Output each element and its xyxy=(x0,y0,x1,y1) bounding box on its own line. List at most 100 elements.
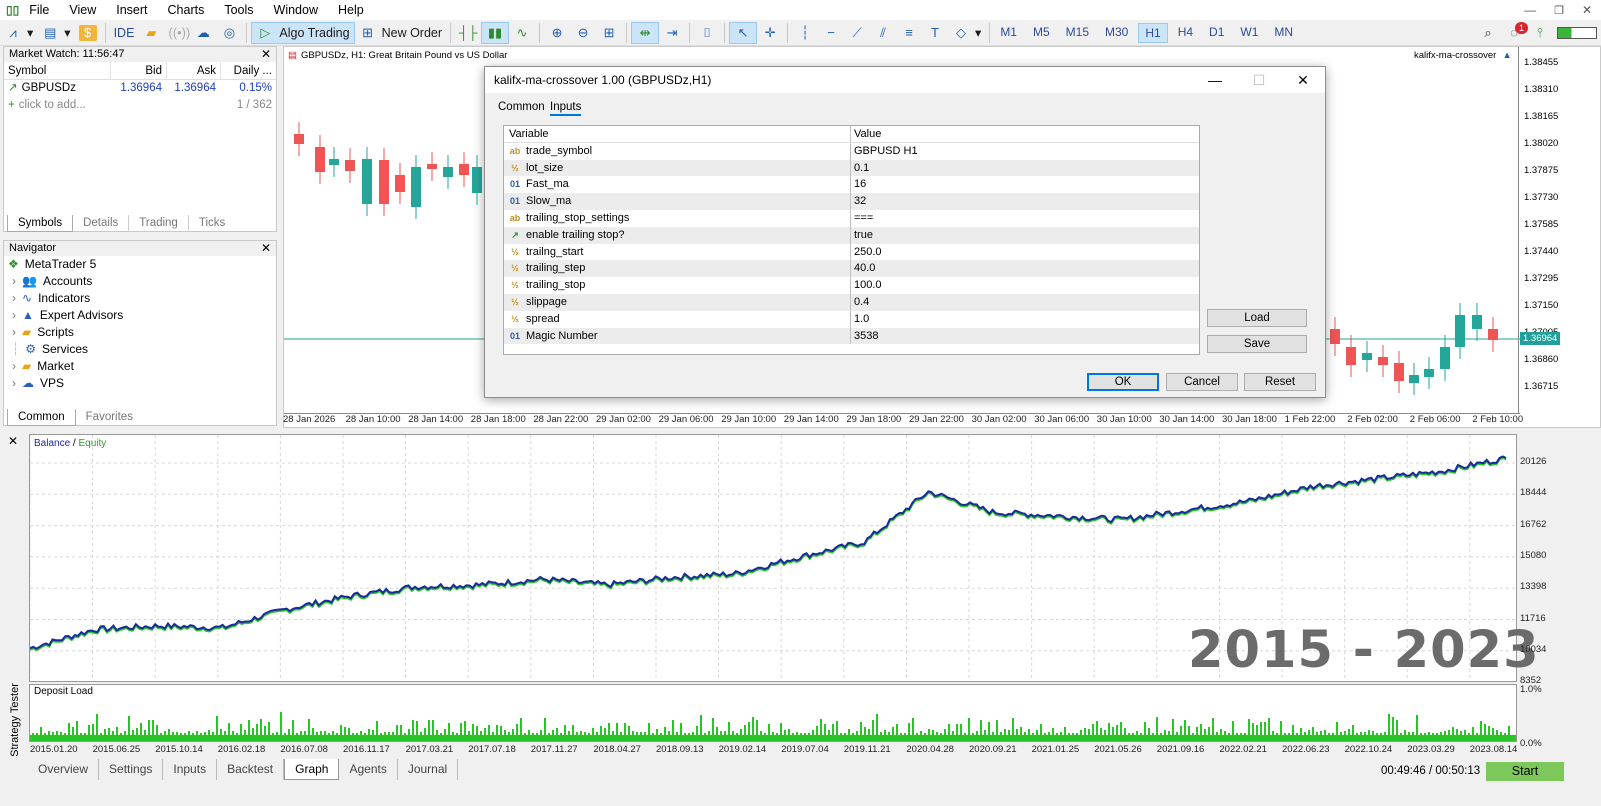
col-variable[interactable]: Variable xyxy=(504,126,851,142)
nav-item-market[interactable]: › ▰ Market xyxy=(8,358,276,375)
nav-item-indicators[interactable]: › ∿ Indicators xyxy=(8,290,276,307)
tab-common[interactable]: Common xyxy=(498,101,545,113)
add-symbol-row[interactable]: + click to add... 1 / 362 xyxy=(4,97,276,114)
param-value[interactable]: 1.0 xyxy=(851,311,869,328)
menu-charts[interactable]: Charts xyxy=(158,0,215,20)
zoom-out-button[interactable]: ⊖ xyxy=(570,22,596,44)
tab-agents[interactable]: Agents xyxy=(339,759,398,780)
fibo-button[interactable]: ≡ xyxy=(896,22,922,44)
table-row[interactable]: ½ spread 1.0 xyxy=(504,310,1199,328)
col-daily[interactable]: Daily ... xyxy=(220,62,276,79)
notifications-button[interactable]: ◌ 1 xyxy=(1501,21,1529,44)
param-value[interactable]: 16 xyxy=(851,176,866,193)
load-button[interactable]: Load xyxy=(1207,309,1307,327)
close-icon[interactable]: ✕ xyxy=(1573,3,1601,17)
table-row[interactable]: ab trailing_stop_settings === xyxy=(504,209,1199,227)
start-button[interactable]: Start xyxy=(1486,762,1564,781)
param-value[interactable]: 100.0 xyxy=(851,277,882,294)
crosshair-button[interactable]: ✛ xyxy=(757,22,783,44)
save-button[interactable]: Save xyxy=(1207,335,1307,353)
shapes-button[interactable]: ◇ ▾ xyxy=(948,22,985,44)
nav-item-vps[interactable]: › ☁ VPS xyxy=(8,375,276,392)
reset-button[interactable]: Reset xyxy=(1244,373,1316,391)
ok-button[interactable]: OK xyxy=(1087,373,1159,391)
bar-chart-button[interactable]: ┤├ xyxy=(455,22,481,44)
line-button[interactable]: ∿ xyxy=(509,22,535,44)
tab-settings[interactable]: Settings xyxy=(99,759,164,780)
tab-trading[interactable]: Trading xyxy=(129,215,189,232)
new-chart-button[interactable]: ⩘ ▾ xyxy=(0,22,37,44)
vertical-line-button[interactable]: ┆ xyxy=(792,22,818,44)
table-row[interactable]: 01 Slow_ma 32 xyxy=(504,193,1199,210)
menu-insert[interactable]: Insert xyxy=(106,0,157,20)
timeframe-m5[interactable]: M5 xyxy=(1027,23,1056,43)
table-row[interactable]: ½ trailing_step 40.0 xyxy=(504,260,1199,278)
horizontal-line-button[interactable]: − xyxy=(818,22,844,44)
restore-icon[interactable]: ❐ xyxy=(1545,4,1573,17)
vps-button[interactable]: ☁ xyxy=(190,22,216,44)
minimize-icon[interactable]: — xyxy=(1193,67,1237,93)
nav-item-scripts[interactable]: › ▰ Scripts xyxy=(8,324,276,341)
search-button[interactable]: ⌕ xyxy=(1475,22,1501,44)
timeframe-m30[interactable]: M30 xyxy=(1099,23,1134,43)
timeframe-mn[interactable]: MN xyxy=(1268,23,1299,43)
timeframe-m1[interactable]: M1 xyxy=(994,23,1023,43)
timeframe-m15[interactable]: M15 xyxy=(1060,23,1095,43)
param-value[interactable]: true xyxy=(851,227,873,244)
param-value[interactable]: 250.0 xyxy=(851,244,882,261)
timeframe-d1[interactable]: D1 xyxy=(1203,23,1230,43)
table-row[interactable]: 01 Magic Number 3538 xyxy=(504,327,1199,345)
vol-button[interactable]: ⫯ xyxy=(1527,22,1553,44)
tab-overview[interactable]: Overview xyxy=(28,759,100,780)
tab-inputs[interactable]: Inputs xyxy=(163,759,218,780)
nav-item-services[interactable]: ┆ ⚙ Services xyxy=(8,341,276,358)
screenshot-button[interactable]: ⌷ xyxy=(694,22,720,44)
market-button[interactable]: ▰ xyxy=(138,22,164,44)
col-ask[interactable]: Ask xyxy=(166,62,220,79)
signals-button[interactable]: ((•)) xyxy=(164,22,190,44)
close-icon[interactable]: ✕ xyxy=(1281,67,1325,93)
tab-inputs[interactable]: Inputs xyxy=(550,101,582,116)
menu-tools[interactable]: Tools xyxy=(214,0,263,20)
menu-window[interactable]: Window xyxy=(264,0,328,20)
ide-button[interactable]: IDE xyxy=(110,22,139,44)
deposit-button[interactable]: $ xyxy=(75,22,101,44)
deposit-load-graph[interactable]: Deposit Load xyxy=(29,684,1517,742)
param-value[interactable]: GBPUSD H1 xyxy=(851,143,918,160)
cursor-button[interactable]: ↖ xyxy=(729,21,758,44)
nav-item-accounts[interactable]: › 👥 Accounts xyxy=(8,273,276,290)
menu-view[interactable]: View xyxy=(59,0,106,20)
autoscroll-button[interactable]: ⇹ xyxy=(631,21,660,44)
table-row[interactable]: ↗ GBPUSDz 1.36964 1.36964 0.15% xyxy=(4,80,276,97)
web-button[interactable]: ◎ xyxy=(216,22,242,44)
table-row[interactable]: ab trade_symbol GBPUSD H1 xyxy=(504,142,1199,160)
channel-button[interactable]: ⫽ xyxy=(870,22,896,44)
trendline-button[interactable]: ⟋ xyxy=(844,22,870,44)
close-icon[interactable]: ✕ xyxy=(261,241,271,256)
balance-graph[interactable]: Balance / Equity 2015 - 2023 xyxy=(29,434,1539,683)
param-value[interactable]: === xyxy=(851,210,873,227)
minimize-icon[interactable]: — xyxy=(1515,3,1545,17)
close-icon[interactable]: ✕ xyxy=(261,47,271,62)
tile-button[interactable]: ⊞ xyxy=(596,22,622,44)
timeframe-h1[interactable]: H1 xyxy=(1138,22,1168,43)
menu-help[interactable]: Help xyxy=(328,0,374,20)
tab-symbols[interactable]: Symbols xyxy=(7,215,74,232)
timeframe-h4[interactable]: H4 xyxy=(1172,23,1199,43)
col-bid[interactable]: Bid xyxy=(110,62,166,79)
candles-button[interactable]: ▮▮ xyxy=(481,21,510,44)
menu-file[interactable]: File xyxy=(19,0,59,20)
table-row[interactable]: 01 Fast_ma 16 xyxy=(504,176,1199,194)
tab-details[interactable]: Details xyxy=(73,215,130,232)
tab-graph[interactable]: Graph xyxy=(284,759,340,780)
param-value[interactable]: 0.1 xyxy=(851,160,869,177)
tab-favorites[interactable]: Favorites xyxy=(76,409,143,426)
cancel-button[interactable]: Cancel xyxy=(1166,373,1238,391)
tab-backtest[interactable]: Backtest xyxy=(217,759,285,780)
table-row[interactable]: ½ slippage 0.4 xyxy=(504,293,1199,311)
param-value[interactable]: 40.0 xyxy=(851,260,875,277)
algo-trading-button[interactable]: ▷ Algo Trading xyxy=(251,21,355,44)
param-value[interactable]: 32 xyxy=(851,193,866,210)
tab-common[interactable]: Common xyxy=(7,409,76,426)
text-button[interactable]: T xyxy=(922,22,948,44)
